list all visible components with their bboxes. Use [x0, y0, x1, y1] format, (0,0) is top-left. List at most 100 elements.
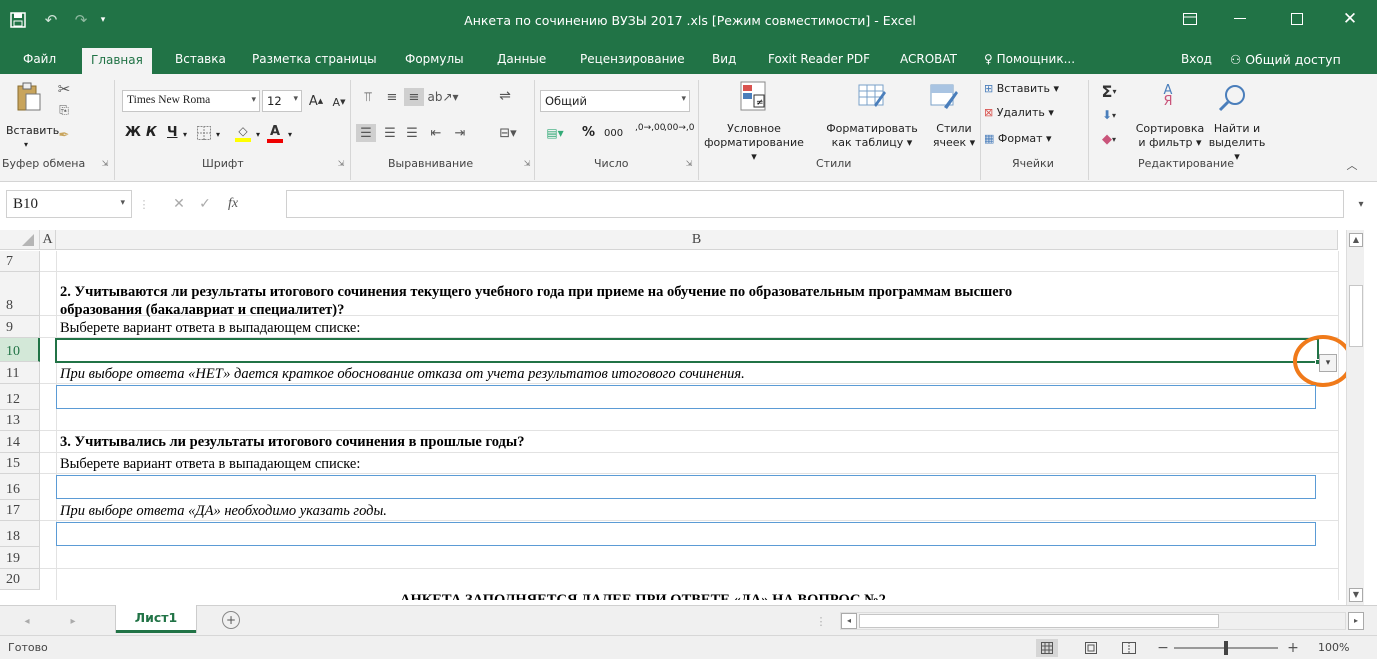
row-header[interactable]: 17 — [0, 500, 40, 521]
answer-cell-b18[interactable] — [56, 522, 1316, 546]
tab-foxit[interactable]: Foxit Reader PDF — [768, 52, 870, 66]
find-select-icon[interactable] — [1214, 80, 1250, 116]
tab-data[interactable]: Данные — [497, 52, 546, 66]
name-box[interactable]: B10 ▾ — [6, 190, 132, 218]
align-top-icon[interactable]: ⫪ — [358, 88, 378, 106]
alignment-launcher-icon[interactable]: ⇲ — [522, 158, 532, 168]
bold-button[interactable]: Ж — [125, 126, 141, 140]
horizontal-scroll-thumb[interactable] — [859, 614, 1219, 628]
row-header[interactable]: 12 — [0, 384, 40, 410]
sort-filter-button[interactable]: Сортировка и фильтр ▾ — [1134, 122, 1206, 150]
font-color-dropdown-icon[interactable]: ▾ — [288, 128, 292, 142]
sort-filter-icon[interactable]: АЯ — [1150, 78, 1186, 114]
previous-sheet-icon[interactable]: ◂ — [20, 614, 34, 628]
vertical-scrollbar[interactable]: ▲ ▼ — [1346, 230, 1364, 605]
row-header[interactable]: 10 — [0, 338, 40, 362]
decrease-indent-icon[interactable]: ⇤ — [426, 124, 446, 142]
fill-icon[interactable]: ⬇ ▾ — [1094, 106, 1124, 124]
share-button[interactable]: ⚇ Общий доступ — [1230, 52, 1341, 67]
next-sheet-icon[interactable]: ▸ — [66, 614, 80, 628]
tab-insert[interactable]: Вставка — [175, 52, 226, 66]
font-launcher-icon[interactable]: ⇲ — [336, 158, 346, 168]
zoom-level[interactable]: 100% — [1318, 641, 1349, 654]
cell-styles-icon[interactable] — [928, 78, 960, 114]
sign-in-link[interactable]: Вход — [1181, 52, 1212, 66]
merge-center-icon[interactable]: ⊟▾ — [494, 124, 522, 142]
column-header-b[interactable]: B — [56, 230, 1338, 250]
copy-icon[interactable]: ⎘ — [54, 101, 74, 119]
font-color-icon[interactable]: A — [264, 122, 286, 144]
align-right-icon[interactable]: ☰ — [402, 124, 422, 142]
save-icon[interactable] — [8, 10, 28, 30]
borders-icon[interactable] — [194, 124, 214, 142]
align-center-icon[interactable]: ☰ — [380, 124, 400, 142]
sheet-tab-list1[interactable]: Лист1 — [116, 605, 196, 633]
page-layout-view-icon[interactable] — [1080, 639, 1102, 657]
format-painter-icon[interactable]: ✒ — [54, 126, 74, 144]
insert-function-icon[interactable]: fx — [228, 196, 238, 212]
cancel-entry-icon[interactable]: ✕ — [170, 196, 188, 212]
zoom-slider-thumb[interactable] — [1224, 641, 1228, 655]
tab-formulas[interactable]: Формулы — [405, 52, 464, 66]
paste-icon[interactable] — [14, 80, 44, 114]
format-as-table-icon[interactable] — [856, 78, 888, 114]
increase-indent-icon[interactable]: ⇥ — [450, 124, 470, 142]
tab-view[interactable]: Вид — [712, 52, 736, 66]
scroll-down-arrow-icon[interactable]: ▼ — [1349, 588, 1363, 602]
collapse-ribbon-icon[interactable]: ︿ — [1344, 158, 1360, 172]
formula-input[interactable] — [286, 190, 1344, 218]
zoom-out-icon[interactable]: − — [1156, 639, 1170, 657]
row-header[interactable]: 11 — [0, 362, 40, 384]
fill-color-icon[interactable]: ◇ — [232, 122, 254, 144]
row-header[interactable]: 18 — [0, 521, 40, 547]
tab-page-layout[interactable]: Разметка страницы — [252, 52, 377, 66]
insert-cells-button[interactable]: ⊞ Вставить ▾ — [984, 82, 1059, 96]
shrink-font-icon[interactable]: A ▼ — [330, 93, 348, 111]
confirm-entry-icon[interactable]: ✓ — [196, 196, 214, 212]
scroll-right-arrow-icon[interactable]: ▸ — [1348, 612, 1364, 630]
tab-acrobat[interactable]: ACROBAT — [900, 52, 957, 66]
format-cells-button[interactable]: ▦ Формат ▾ — [984, 132, 1052, 146]
scroll-up-arrow-icon[interactable]: ▲ — [1349, 233, 1363, 247]
align-middle-icon[interactable]: ≡ — [382, 88, 402, 106]
comma-style-button[interactable]: 000 — [604, 127, 623, 141]
answer-cell-b10[interactable] — [55, 338, 1319, 363]
decrease-decimal-button[interactable]: ,00→,0 — [664, 124, 694, 133]
number-format-combo[interactable]: Общий ▾ — [540, 90, 690, 112]
align-bottom-icon[interactable]: ≡ — [404, 88, 424, 106]
minimize-icon[interactable] — [1225, 8, 1255, 30]
row-header[interactable]: 20 — [0, 569, 40, 590]
zoom-in-icon[interactable]: + — [1286, 639, 1300, 657]
answer-cell-b16[interactable] — [56, 475, 1316, 499]
row-header[interactable]: 19 — [0, 547, 40, 569]
scroll-thumb[interactable] — [1349, 285, 1363, 347]
row-header[interactable]: 13 — [0, 410, 40, 431]
delete-cells-button[interactable]: ⊠ Удалить ▾ — [984, 106, 1054, 120]
clipboard-launcher-icon[interactable]: ⇲ — [100, 158, 110, 168]
wrap-text-icon[interactable]: ⇌ — [494, 86, 516, 106]
expand-formula-bar-icon[interactable]: ▾ — [1350, 196, 1372, 212]
font-size-combo[interactable]: 12 ▾ — [262, 90, 302, 112]
format-as-table-button[interactable]: Форматировать как таблицу ▾ — [816, 122, 928, 150]
percent-style-button[interactable]: % — [582, 126, 595, 140]
italic-button[interactable]: К — [146, 126, 157, 140]
row-header[interactable]: 7 — [0, 251, 40, 272]
autosum-icon[interactable]: Σ ▾ — [1094, 82, 1124, 101]
tab-home[interactable]: Главная — [82, 48, 152, 74]
worksheet-grid[interactable]: A B 7 8 9 10 11 12 13 14 15 16 17 18 19 … — [0, 230, 1377, 600]
redo-icon[interactable]: ↷ — [70, 10, 92, 30]
fill-color-dropdown-icon[interactable]: ▾ — [256, 128, 260, 142]
tab-split-icon[interactable]: ⋮ — [816, 614, 827, 628]
ribbon-display-icon[interactable] — [1178, 8, 1202, 30]
row-header[interactable]: 14 — [0, 431, 40, 453]
close-icon[interactable]: ✕ — [1335, 8, 1365, 30]
conditional-formatting-button[interactable]: Условное форматирование ▾ — [704, 122, 804, 164]
column-header-a[interactable]: A — [40, 230, 56, 250]
font-name-combo[interactable]: Times New Roma ▾ — [122, 90, 260, 112]
answer-cell-b12[interactable] — [56, 385, 1316, 409]
tab-review[interactable]: Рецензирование — [580, 52, 685, 66]
underline-dropdown-icon[interactable]: ▾ — [183, 128, 187, 142]
row-header[interactable]: 9 — [0, 316, 40, 338]
accounting-format-icon[interactable]: ▤▾ — [540, 124, 570, 142]
customize-qat-icon[interactable]: ▾ — [96, 10, 110, 30]
